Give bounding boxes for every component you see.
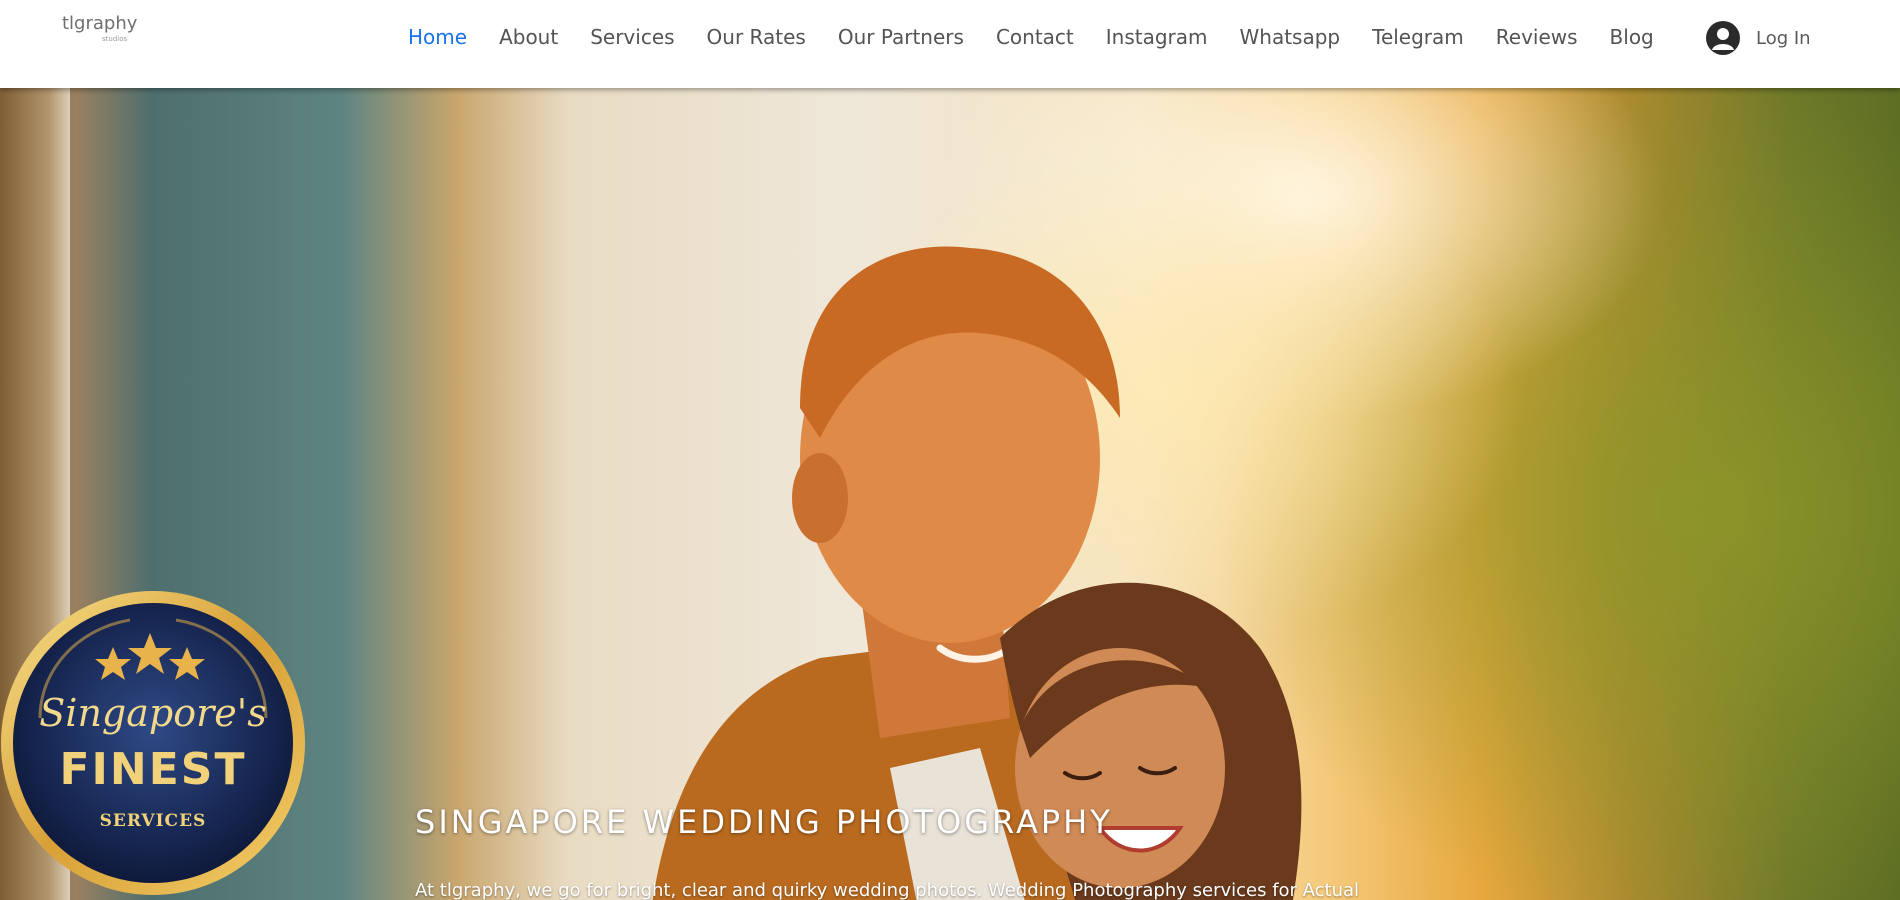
user-avatar-icon xyxy=(1706,21,1740,55)
couple-photo xyxy=(652,246,1302,900)
man-ear xyxy=(792,453,848,543)
site-header: tlgraphy studios Home About Services Our… xyxy=(0,0,1900,88)
nav-item-our-rates[interactable]: Our Rates xyxy=(707,25,806,49)
nav-item-our-partners[interactable]: Our Partners xyxy=(838,25,964,49)
nav-item-telegram[interactable]: Telegram xyxy=(1372,25,1464,49)
nav-item-about[interactable]: About xyxy=(499,25,558,49)
login-label: Log In xyxy=(1756,27,1811,49)
nav-item-instagram[interactable]: Instagram xyxy=(1106,25,1208,49)
hero-section: Singapore's FINEST SERVICES xyxy=(0,88,1900,900)
singapores-finest-badge[interactable]: Singapore's FINEST SERVICES xyxy=(0,588,310,898)
badge-line1: Singapore's xyxy=(39,691,266,735)
nav-item-contact[interactable]: Contact xyxy=(996,25,1074,49)
site-logo[interactable]: tlgraphy studios xyxy=(62,13,152,47)
nav-item-whatsapp[interactable]: Whatsapp xyxy=(1240,25,1341,49)
main-nav: Home About Services Our Rates Our Partne… xyxy=(408,0,1654,74)
logo-subtext: studios xyxy=(102,35,128,43)
nav-item-reviews[interactable]: Reviews xyxy=(1496,25,1578,49)
nav-item-services[interactable]: Services xyxy=(590,25,674,49)
hero-description: At tlgraphy, we go for bright, clear and… xyxy=(415,880,1360,900)
logo-text: tlgraphy xyxy=(62,13,138,34)
nav-item-home[interactable]: Home xyxy=(408,25,467,49)
hero-title: SINGAPORE WEDDING PHOTOGRAPHY xyxy=(415,803,1113,841)
badge-line3: SERVICES xyxy=(100,811,207,831)
login-button[interactable]: Log In xyxy=(1706,20,1811,56)
nav-item-blog[interactable]: Blog xyxy=(1610,25,1654,49)
badge-line2: FINEST xyxy=(59,744,246,795)
